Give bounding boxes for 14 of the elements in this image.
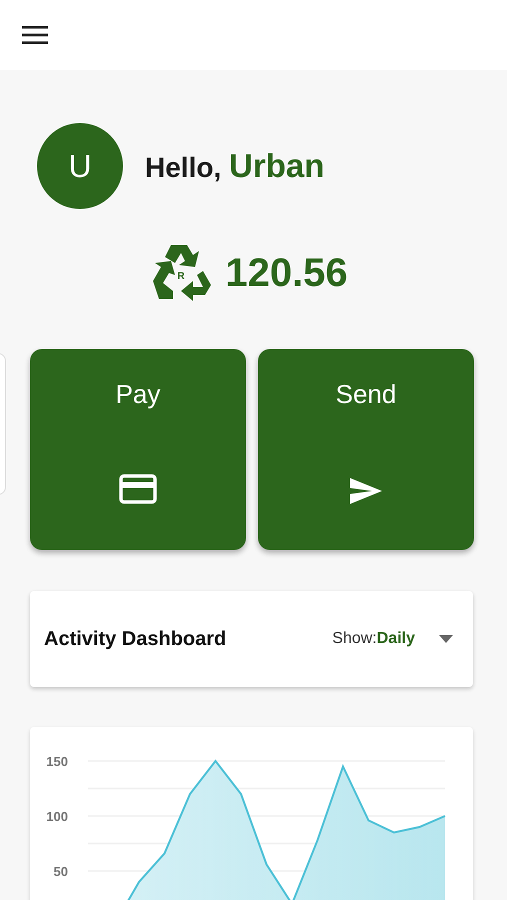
dropdown-caret-icon bbox=[439, 635, 453, 643]
axis-label: 100 bbox=[46, 809, 68, 824]
period-dropdown[interactable]: Show:Daily bbox=[332, 630, 453, 648]
balance-amount: 120.56 bbox=[225, 250, 348, 296]
credit-card-icon bbox=[119, 474, 157, 504]
action-button[interactable]: Send bbox=[258, 349, 474, 550]
send-icon bbox=[350, 478, 382, 504]
menu-icon[interactable] bbox=[22, 26, 48, 44]
axis-label: 50 bbox=[54, 864, 68, 879]
avatar: U bbox=[37, 123, 123, 209]
greeting-text: Hello, Urban bbox=[145, 147, 324, 185]
axis-label: 150 bbox=[46, 754, 68, 769]
action-button[interactable]: Pay bbox=[30, 349, 246, 550]
dashboard-title: Activity Dashboard bbox=[44, 628, 226, 650]
